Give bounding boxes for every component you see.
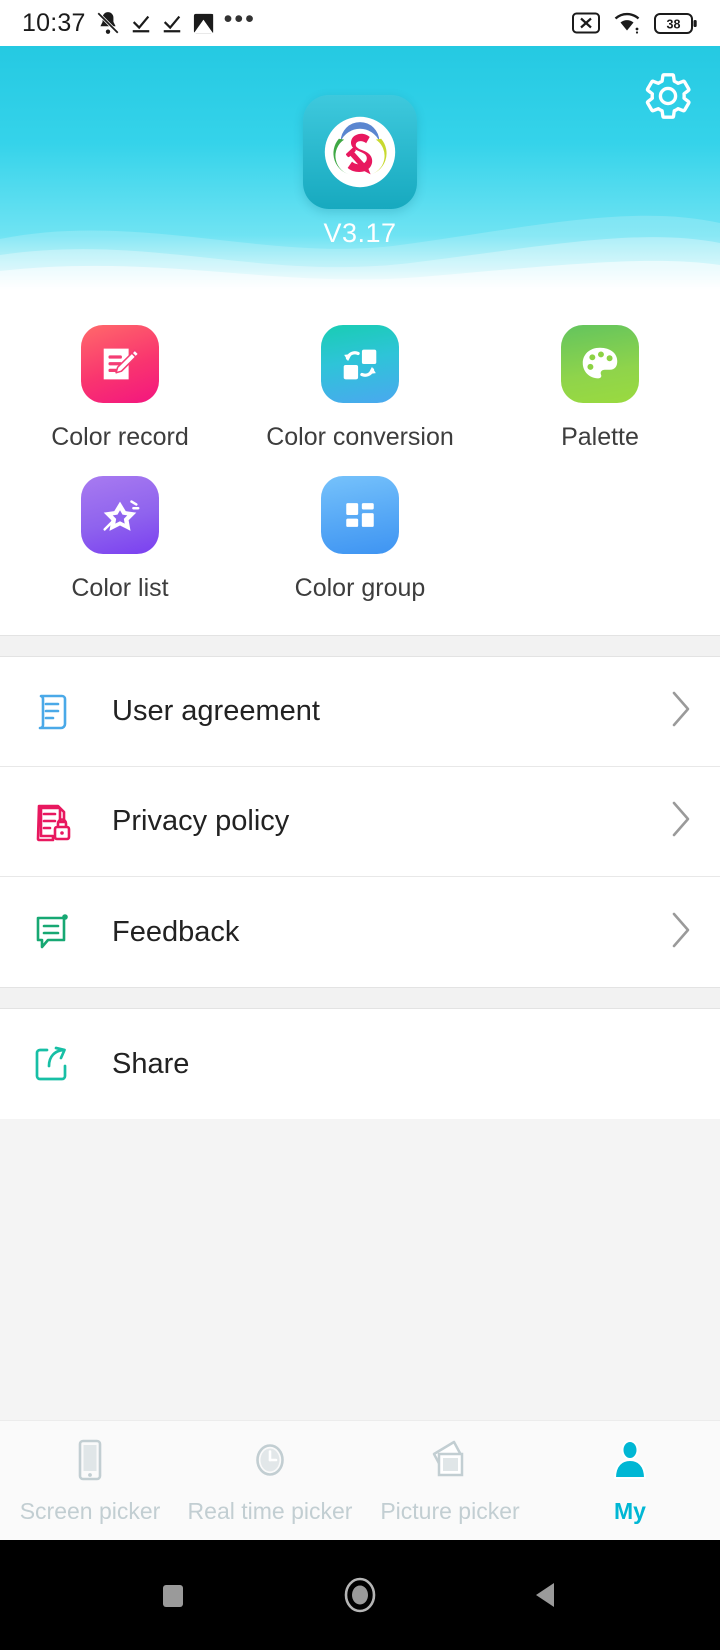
battery-level-text: 38 [667, 17, 681, 31]
status-bar: 10:37 ••• 38 [0, 0, 720, 46]
app-version: V3.17 [323, 218, 397, 248]
menu-item-label: Share [112, 1047, 190, 1080]
document-scroll-icon [26, 688, 78, 736]
tab-label: Real time picker [187, 1498, 353, 1524]
magic-star-icon [81, 476, 159, 554]
feature-grid: Color record Color conversion Palette Co… [0, 289, 720, 635]
grid-blocks-icon [321, 476, 399, 554]
settings-button[interactable] [640, 68, 696, 124]
wifi-icon [613, 12, 641, 34]
note-pencil-icon [81, 325, 159, 403]
check-download-icon [130, 12, 152, 34]
share-arrow-icon [26, 1040, 78, 1088]
app-header: V3.17 [0, 46, 720, 289]
tab-label: Picture picker [380, 1498, 520, 1524]
bell-muted-icon [95, 10, 121, 36]
feature-label: Color list [71, 574, 169, 602]
empty-space [0, 1119, 720, 1419]
status-bar-right: 38 [572, 12, 698, 35]
tab-my[interactable]: My [540, 1436, 720, 1525]
feature-label: Palette [561, 423, 639, 451]
feature-label: Color conversion [266, 423, 454, 451]
feature-color-conversion[interactable]: Color conversion [240, 311, 480, 462]
chevron-right-icon [668, 798, 694, 845]
feature-row-1: Color record Color conversion Palette [0, 311, 720, 462]
tab-real-time-picker[interactable]: Real time picker [180, 1436, 360, 1525]
clock-icon [249, 1436, 291, 1489]
section-divider [0, 635, 720, 657]
image-broken-icon [192, 12, 215, 35]
bottom-navigation: Screen picker Real time picker Picture p… [0, 1420, 720, 1540]
feature-color-record[interactable]: Color record [0, 311, 240, 462]
section-divider [0, 987, 720, 1009]
feature-color-group[interactable]: Color group [240, 462, 480, 613]
more-dots-icon: ••• [223, 5, 256, 33]
swap-squares-icon [321, 325, 399, 403]
home-circle-icon[interactable] [340, 1575, 380, 1615]
menu-item-feedback[interactable]: Feedback [0, 877, 720, 987]
document-lock-icon [26, 798, 78, 846]
feature-empty-slot [480, 462, 720, 613]
chevron-right-icon [668, 909, 694, 956]
menu-group-share: Share [0, 1009, 720, 1119]
menu-group-legal: User agreement Privacy policy Feedback [0, 657, 720, 987]
menu-item-privacy-policy[interactable]: Privacy policy [0, 767, 720, 877]
feature-row-2: Color list Color group [0, 462, 720, 613]
recents-square-icon[interactable] [156, 1578, 190, 1612]
status-bar-left: 10:37 ••• [22, 7, 256, 39]
person-icon [609, 1436, 651, 1489]
gear-icon [645, 73, 691, 119]
back-triangle-icon[interactable] [530, 1578, 564, 1612]
android-navigation-bar [0, 1540, 720, 1650]
app-logo-s-palette-icon [324, 116, 396, 188]
feature-palette[interactable]: Palette [480, 311, 720, 462]
app-logo [303, 95, 417, 209]
check-download-icon [161, 12, 183, 34]
feature-label: Color group [294, 574, 426, 602]
menu-item-user-agreement[interactable]: User agreement [0, 657, 720, 767]
speech-bubble-icon [26, 908, 78, 956]
tab-label: My [614, 1498, 646, 1524]
menu-item-label: Privacy policy [112, 805, 290, 837]
tab-label: Screen picker [19, 1498, 161, 1524]
menu-item-label: User agreement [112, 695, 320, 727]
status-bar-clock: 10:37 [22, 8, 86, 37]
paint-palette-icon [561, 325, 639, 403]
menu-item-label: Feedback [112, 915, 240, 948]
feature-label: Color record [51, 423, 189, 451]
chevron-right-icon [668, 688, 694, 735]
phone-screen-icon [69, 1436, 111, 1489]
feature-color-list[interactable]: Color list [0, 462, 240, 613]
menu-item-share[interactable]: Share [0, 1009, 720, 1119]
tab-picture-picker[interactable]: Picture picker [360, 1436, 540, 1525]
tab-screen-picker[interactable]: Screen picker [0, 1436, 180, 1525]
battery-icon: 38 [654, 12, 698, 35]
app-screen: 10:37 ••• 38 V3.17 Color record Color co… [0, 0, 720, 1650]
sim-card-x-icon [572, 12, 600, 34]
photos-icon [427, 1436, 473, 1489]
